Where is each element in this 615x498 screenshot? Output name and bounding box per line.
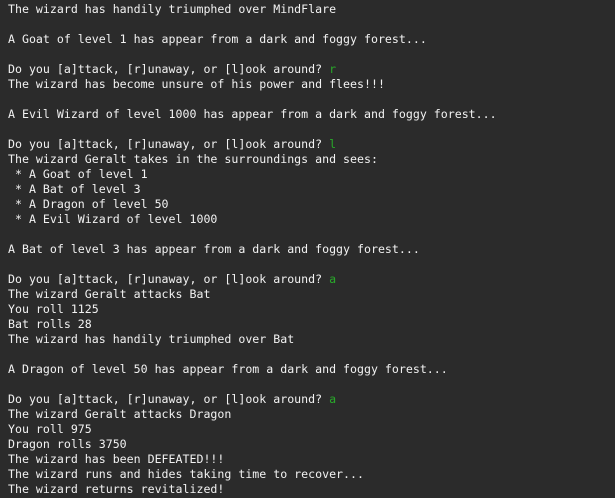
user-input: a bbox=[329, 272, 337, 286]
prompt-text: Do you [a]ttack, [r]unaway, or [l]ook ar… bbox=[8, 62, 323, 76]
output-text: The wizard has become unsure of his powe… bbox=[8, 77, 385, 91]
output-line: Dragon rolls 3750 bbox=[8, 437, 615, 452]
output-text: A Goat of level 1 has appear from a dark… bbox=[8, 32, 427, 46]
prompt-line: Do you [a]ttack, [r]unaway, or [l]ook ar… bbox=[8, 137, 615, 152]
user-input: l bbox=[329, 137, 337, 151]
output-line: The wizard returns revitalized! bbox=[8, 482, 615, 497]
output-line: The wizard Geralt attacks Bat bbox=[8, 287, 615, 302]
output-text: The wizard Geralt attacks Bat bbox=[8, 287, 211, 301]
prompt-line: Do you [a]ttack, [r]unaway, or [l]ook ar… bbox=[8, 62, 615, 77]
prompt-text: Do you [a]ttack, [r]unaway, or [l]ook ar… bbox=[8, 392, 323, 406]
output-line: The wizard has handily triumphed over Ba… bbox=[8, 332, 615, 347]
output-text: The wizard returns revitalized! bbox=[8, 482, 225, 496]
output-text: The wizard runs and hides taking time to… bbox=[8, 467, 364, 481]
output-text: Dragon rolls 3750 bbox=[8, 437, 127, 451]
output-text: * A Bat of level 3 bbox=[8, 182, 141, 196]
output-line: A Goat of level 1 has appear from a dark… bbox=[8, 32, 615, 47]
output-line: A Evil Wizard of level 1000 has appear f… bbox=[8, 107, 615, 122]
prompt-text: Do you [a]ttack, [r]unaway, or [l]ook ar… bbox=[8, 272, 323, 286]
output-text: The wizard Geralt attacks Dragon bbox=[8, 407, 232, 421]
output-text: A Evil Wizard of level 1000 has appear f… bbox=[8, 107, 497, 121]
output-text: You roll 975 bbox=[8, 422, 92, 436]
output-text: * A Evil Wizard of level 1000 bbox=[8, 212, 218, 226]
prompt-line: Do you [a]ttack, [r]unaway, or [l]ook ar… bbox=[8, 272, 615, 287]
output-line: A Bat of level 3 has appear from a dark … bbox=[8, 242, 615, 257]
output-line: * A Bat of level 3 bbox=[8, 182, 615, 197]
output-text: You roll 1125 bbox=[8, 302, 99, 316]
output-line: The wizard Geralt attacks Dragon bbox=[8, 407, 615, 422]
output-text: The wizard has handily triumphed over Ba… bbox=[8, 332, 295, 346]
output-text: A Bat of level 3 has appear from a dark … bbox=[8, 242, 420, 256]
output-text: * A Dragon of level 50 bbox=[8, 197, 169, 211]
prompt-text: Do you [a]ttack, [r]unaway, or [l]ook ar… bbox=[8, 137, 323, 151]
output-line: The wizard Geralt takes in the surroundi… bbox=[8, 152, 615, 167]
output-line: You roll 975 bbox=[8, 422, 615, 437]
user-input: a bbox=[329, 392, 337, 406]
output-line: The wizard runs and hides taking time to… bbox=[8, 467, 615, 482]
prompt-line: Do you [a]ttack, [r]unaway, or [l]ook ar… bbox=[8, 392, 615, 407]
output-line: * A Goat of level 1 bbox=[8, 167, 615, 182]
output-line: The wizard has handily triumphed over Mi… bbox=[8, 2, 615, 17]
output-text: The wizard Geralt takes in the surroundi… bbox=[8, 152, 378, 166]
output-line: Bat rolls 28 bbox=[8, 317, 615, 332]
terminal-output[interactable]: The wizard has handily triumphed over Mi… bbox=[0, 0, 615, 498]
output-line: The wizard has become unsure of his powe… bbox=[8, 77, 615, 92]
output-line: A Dragon of level 50 has appear from a d… bbox=[8, 362, 615, 377]
output-text: * A Goat of level 1 bbox=[8, 167, 148, 181]
output-text: The wizard has handily triumphed over Mi… bbox=[8, 2, 337, 16]
output-text: A Dragon of level 50 has appear from a d… bbox=[8, 362, 448, 376]
output-line: * A Evil Wizard of level 1000 bbox=[8, 212, 615, 227]
output-line: You roll 1125 bbox=[8, 302, 615, 317]
output-text: The wizard has been DEFEATED!!! bbox=[8, 452, 225, 466]
output-text: Bat rolls 28 bbox=[8, 317, 92, 331]
output-line: The wizard has been DEFEATED!!! bbox=[8, 452, 615, 467]
user-input: r bbox=[329, 62, 337, 76]
output-line: * A Dragon of level 50 bbox=[8, 197, 615, 212]
